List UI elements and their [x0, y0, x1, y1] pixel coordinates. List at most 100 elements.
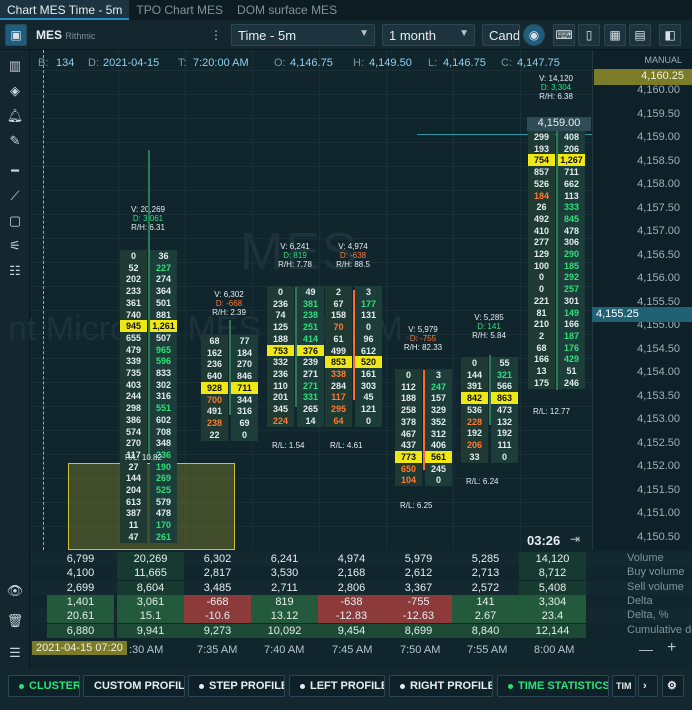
- time-label: 7:40 AM: [264, 644, 305, 656]
- ask-cell: 251: [297, 321, 324, 334]
- symbol-selector[interactable]: MES Rithmic ⋮: [36, 24, 222, 46]
- scroll-to-end-icon[interactable]: ⇥: [570, 532, 580, 546]
- bid-cell: 295: [325, 403, 352, 415]
- ask-cell: 333: [558, 201, 585, 214]
- template-icon[interactable]: ▤: [629, 24, 651, 46]
- tab-chart-mes-time[interactable]: Chart MES Time - 5m: [0, 0, 130, 20]
- time-label: 7:45 AM: [332, 644, 373, 656]
- panel-icon[interactable]: ◧: [659, 24, 681, 46]
- layers-icon[interactable]: ◈: [4, 80, 26, 102]
- bid-cell: 236: [201, 358, 228, 371]
- right-profile-tab[interactable]: RIGHT PROFILE: [389, 675, 493, 697]
- price-level-label: 4,156.50: [637, 248, 680, 261]
- rectangle-icon[interactable]: ▢: [4, 210, 26, 232]
- cluster-stat-line: R/H: 2.39: [212, 308, 246, 317]
- left-profile-tab[interactable]: LEFT PROFILE: [289, 675, 385, 697]
- zoom-in-icon[interactable]: +: [667, 639, 676, 657]
- kebab-menu-icon[interactable]: ⋮: [210, 28, 222, 42]
- stats-row: 1,401 3,061 -668 819 -638 -755 141 3,304 Delta: [31, 594, 692, 609]
- cluster-stats: V: 14,120 D: 3,304 R/H: 6.38: [526, 74, 586, 101]
- alert-bell-icon[interactable]: 🔔︎: [4, 105, 26, 127]
- chevron-down-icon: ▼: [359, 28, 369, 39]
- pencil-icon[interactable]: ✎: [4, 130, 26, 152]
- stats-row-label: Sell volume: [627, 580, 684, 593]
- bid-cell: 277: [528, 236, 555, 249]
- period-value: 1 month: [389, 28, 436, 43]
- step-profile-tab[interactable]: STEP PROFILE: [188, 675, 285, 697]
- ask-cell: 247: [425, 380, 452, 393]
- keyboard-icon[interactable]: ⌨: [553, 24, 575, 46]
- more-tab[interactable]: TIM: [612, 675, 636, 697]
- mouse-icon[interactable]: ▯: [578, 24, 600, 46]
- price-level-label: 4,151.50: [637, 483, 680, 496]
- scroll-right-icon[interactable]: ›: [638, 675, 658, 697]
- ask-cell: 473: [491, 403, 518, 416]
- stats-cell: 9,273: [184, 623, 251, 638]
- bid-cell: 387: [120, 507, 147, 520]
- ask-cell: 265: [297, 403, 324, 415]
- stats-row: 6,799 20,269 6,302 6,241 4,974 5,979 5,285 14,1…: [31, 552, 692, 566]
- indicators-icon[interactable]: ▥: [4, 55, 26, 77]
- ask-cell: 501: [150, 296, 177, 309]
- status-dot-icon: [19, 683, 24, 689]
- timeframe-select[interactable]: Time - 5m ▼: [231, 24, 375, 46]
- sidebar-toggle-icon[interactable]: ▣: [5, 24, 27, 46]
- ask-cell: 845: [558, 212, 585, 225]
- chart-toolbar: ▣ MES Rithmic ⋮ Time - 5m ▼ 1 month ▼ Cand…: [0, 20, 692, 50]
- bid-cell: 188: [267, 332, 294, 345]
- horizontal-line-icon[interactable]: ━: [4, 160, 26, 182]
- stats-cell: 3,304: [519, 594, 586, 609]
- ask-cell: 111: [491, 438, 518, 451]
- timeframe-value: Time - 5m: [238, 28, 297, 43]
- stats-cell: -12.63: [385, 609, 452, 624]
- stats-row-label: Delta, %: [627, 609, 669, 622]
- price-axis[interactable]: MANUAL 4,160.00 4,159.50 4,159.00 4,158.50 4…: [592, 50, 692, 566]
- time-statistics-tab[interactable]: TIME STATISTICS: [497, 675, 609, 697]
- bid-cell: 117: [325, 391, 352, 404]
- bar-time: 7:20:00 AM: [193, 57, 249, 69]
- ask-cell: 364: [150, 285, 177, 298]
- cluster-statistics-table: 6,799 20,269 6,302 6,241 4,974 5,979 5,285 14,1…: [31, 550, 692, 638]
- menu-icon[interactable]: ☰: [4, 642, 26, 664]
- tab-tpo-chart[interactable]: TPO Chart MES: [129, 0, 230, 20]
- calendar-icon[interactable]: ▦: [604, 24, 626, 46]
- bid-cell: 640: [201, 370, 228, 383]
- time-axis[interactable]: 2021-04-15 07:20 — + :30 AM 7:35 AM 7:40 A…: [31, 638, 692, 666]
- eye-icon[interactable]: 👁︎: [4, 580, 26, 602]
- cluster-tab[interactable]: CLUSTER: [8, 675, 80, 697]
- bid-cell: 244: [120, 390, 147, 403]
- stats-cell: 2,572: [471, 581, 500, 594]
- trend-line-icon[interactable]: ⟋: [4, 185, 26, 207]
- tab-dom-surface[interactable]: DOM surface MES: [230, 0, 344, 20]
- stats-cell: 3,367: [404, 581, 433, 594]
- trash-icon[interactable]: 🗑︎: [4, 610, 26, 632]
- stats-cell: 15.1: [117, 609, 184, 624]
- settings-gear-icon[interactable]: ⚙: [662, 675, 684, 697]
- ask-cell: 0: [491, 450, 518, 463]
- stats-cell: 5,979: [404, 553, 433, 565]
- ruler-icon[interactable]: ☷: [4, 260, 26, 282]
- ask-cell: 561: [425, 450, 452, 463]
- fibonacci-icon[interactable]: ⚟: [4, 235, 26, 257]
- bid-cell: 175: [528, 376, 555, 389]
- cluster-mode-icon[interactable]: ◉: [523, 24, 545, 46]
- bid-cell: 202: [120, 273, 147, 286]
- cluster-ratio-low: R/L: 12.77: [533, 407, 570, 416]
- ask-cell: 881: [150, 308, 177, 321]
- stats-cell: 5,408: [519, 580, 586, 595]
- bid-cell: 26: [528, 201, 555, 214]
- bid-cell: 112: [395, 380, 422, 393]
- period-select[interactable]: 1 month ▼: [382, 24, 475, 46]
- status-dot-icon: [199, 683, 204, 689]
- bid-cell: 70: [325, 321, 352, 334]
- ask-cell: 321: [491, 368, 518, 381]
- zoom-out-icon[interactable]: —: [639, 641, 653, 657]
- bid-cell: 144: [120, 472, 147, 485]
- ask-cell: 113: [558, 189, 585, 202]
- custom-profile-tab[interactable]: CUSTOM PROFILE: [83, 675, 185, 697]
- bid-cell: 754: [528, 154, 555, 167]
- ask-cell: 406: [425, 439, 452, 452]
- ask-cell: 711: [231, 381, 258, 394]
- ask-cell: 566: [491, 380, 518, 393]
- chart-type-select[interactable]: Candl: [482, 24, 520, 46]
